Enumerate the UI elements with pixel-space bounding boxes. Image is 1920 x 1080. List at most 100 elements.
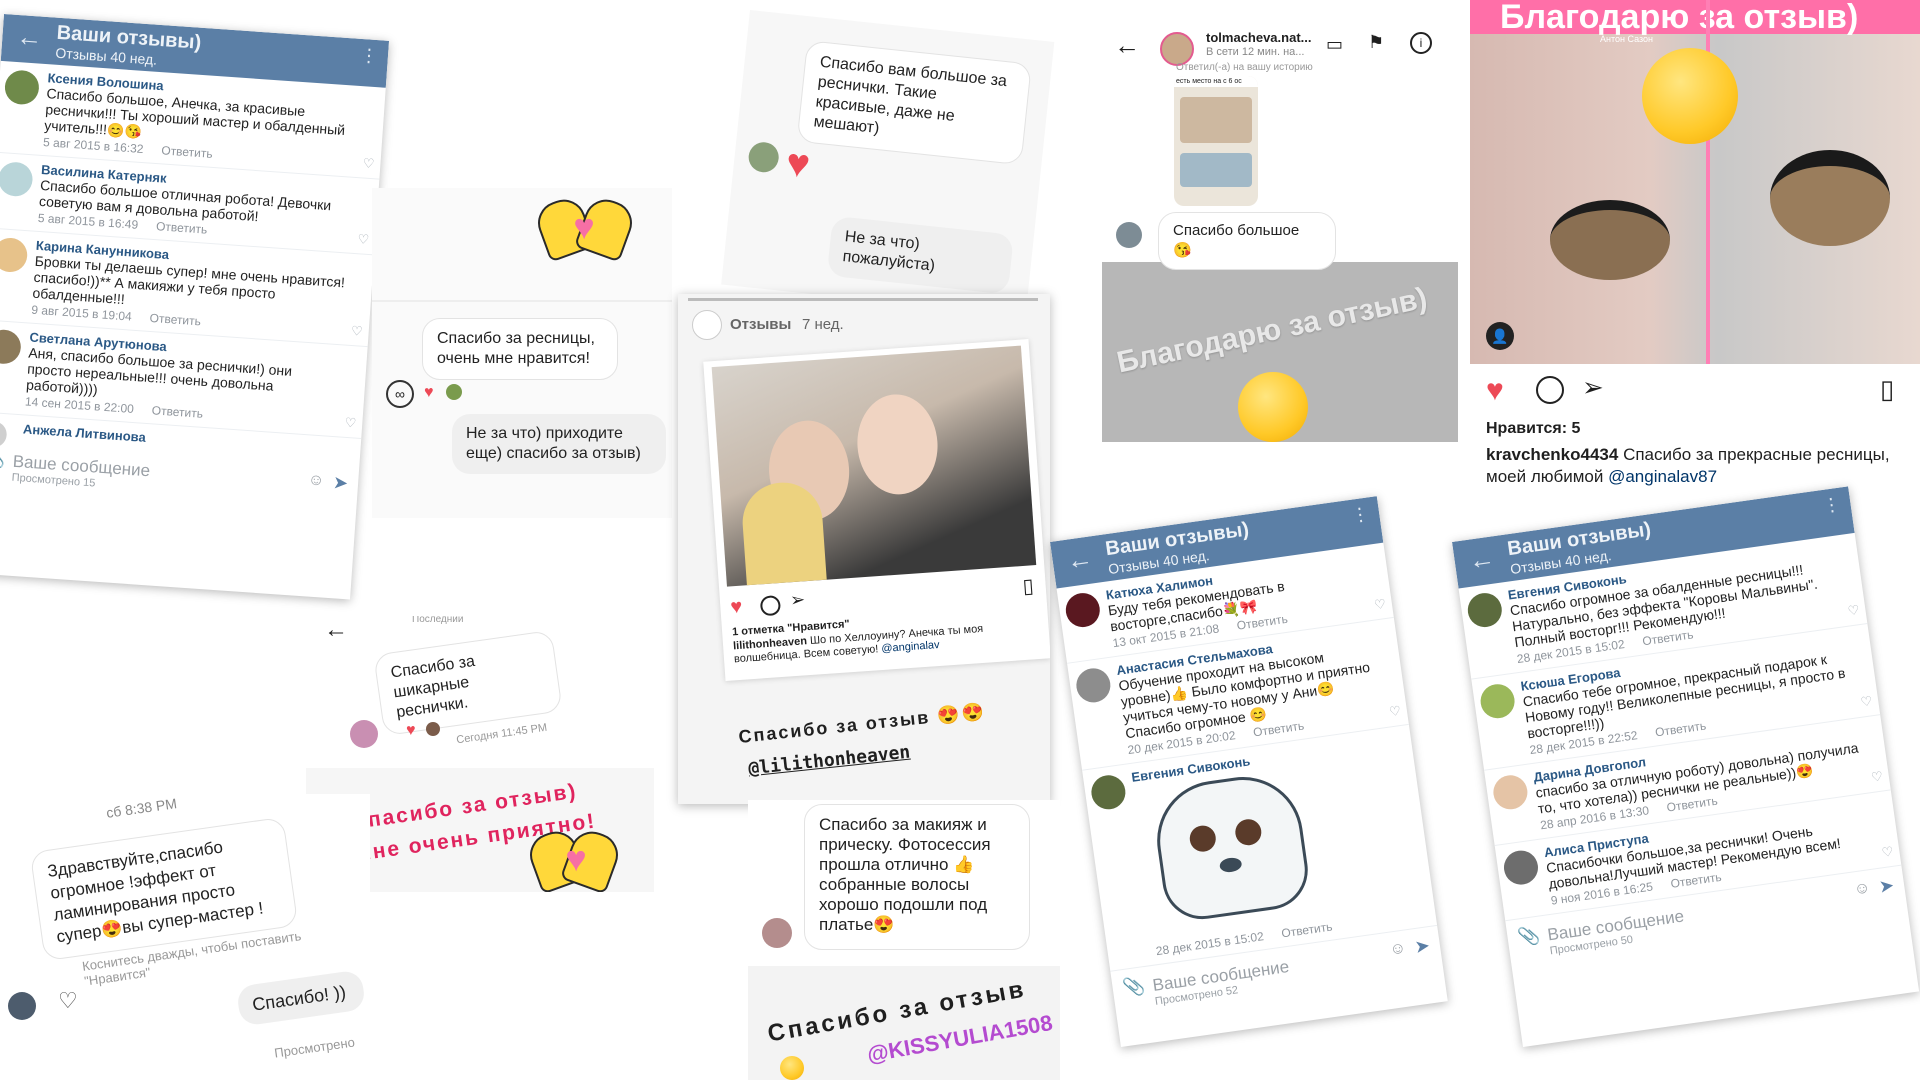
user-tag-icon[interactable]: 👤 bbox=[1486, 322, 1514, 350]
more-icon[interactable]: ⋮ bbox=[1821, 494, 1842, 517]
like-icon[interactable]: ♡ bbox=[362, 155, 375, 172]
back-arrow-icon[interactable]: ← bbox=[1065, 542, 1095, 576]
outgoing-message: Спасибо! )) bbox=[235, 969, 367, 1027]
chat-top-label: Последний bbox=[412, 616, 464, 625]
like-heart-icon: ♥ bbox=[424, 384, 434, 401]
thanks-text: Спасибо за отзыв 😍😍 bbox=[737, 701, 987, 747]
avatar[interactable] bbox=[692, 310, 722, 340]
flag-icon[interactable]: ⚑ bbox=[1368, 32, 1384, 53]
like-icon[interactable]: ♡ bbox=[1881, 844, 1895, 861]
message-time: сб 8:38 PM bbox=[105, 795, 178, 821]
avatar[interactable] bbox=[0, 328, 22, 365]
heart-hands-sticker: ♥ bbox=[523, 822, 625, 892]
avatar[interactable] bbox=[0, 161, 34, 198]
avatar[interactable] bbox=[3, 69, 41, 106]
back-arrow-icon[interactable]: ← bbox=[1467, 542, 1497, 576]
post-image: Благодарю за отзыв) Антон Сазон 👤 bbox=[1470, 0, 1920, 364]
caption-mention[interactable]: @anginalav bbox=[881, 639, 940, 655]
kiss-emoji-icon bbox=[780, 1056, 804, 1080]
avatar[interactable] bbox=[1501, 848, 1541, 887]
vk-reviews-card-2: ← Ваши отзывы) Отзывы 40 нед. ⋮ Катюха Х… bbox=[1050, 496, 1448, 1048]
comment-icon[interactable] bbox=[1536, 376, 1564, 404]
incoming-message: Спасибо за ресницы, очень мне нравится! bbox=[422, 318, 618, 380]
emoji-icon[interactable]: ☺ bbox=[1389, 939, 1408, 959]
post-caption: kravchenko4434 Спасибо за прекрасные рес… bbox=[1486, 444, 1906, 488]
inner-post: ▯ ♥ ➢ 1 отметка "Нравится" lilithonheave… bbox=[703, 339, 1050, 681]
attach-icon[interactable]: 📎 bbox=[0, 448, 6, 471]
avatar[interactable] bbox=[0, 236, 29, 274]
heart-hands-sticker: ♥ bbox=[531, 190, 639, 270]
username[interactable]: tolmacheva.nat... bbox=[1206, 30, 1311, 45]
caption-username[interactable]: kravchenko4434 bbox=[1486, 445, 1618, 464]
avatar bbox=[8, 992, 36, 1020]
attach-icon[interactable]: 📎 bbox=[1121, 975, 1146, 999]
avatar bbox=[350, 720, 378, 748]
avatar bbox=[446, 384, 462, 400]
like-icon[interactable]: ♡ bbox=[344, 415, 357, 432]
outgoing-message: Не за что) приходите еще) спасибо за отз… bbox=[452, 414, 666, 474]
watermark: Антон Сазон bbox=[1600, 34, 1653, 44]
story-reply-note: Ответил(-а) на вашу историю bbox=[1176, 62, 1313, 73]
chat-card-2: Спасибо вам большое за реснички. Такие к… bbox=[721, 10, 1055, 317]
like-heart-icon: ♥ bbox=[406, 722, 416, 739]
incoming-message: Спасибо вам большое за реснички. Такие к… bbox=[796, 40, 1032, 166]
share-icon[interactable]: ➢ bbox=[789, 589, 806, 611]
avatar[interactable] bbox=[1089, 773, 1128, 812]
avatar[interactable] bbox=[1465, 590, 1504, 630]
back-arrow-icon[interactable]: ← bbox=[1114, 30, 1140, 61]
story-reply-card: ← tolmacheva.nat... В сети 12 мин. на...… bbox=[1102, 26, 1458, 442]
reply-link[interactable]: Ответить bbox=[149, 311, 201, 329]
post-photo bbox=[711, 345, 1037, 587]
avatar[interactable] bbox=[1160, 32, 1194, 66]
profile-avatar-icon[interactable]: ∞ bbox=[386, 380, 414, 408]
chat-card-5: Спасибо за макияж и прическу. Фотосессия… bbox=[748, 800, 1060, 1080]
like-icon[interactable]: ♡ bbox=[1847, 602, 1861, 619]
like-outline-icon[interactable]: ♡ bbox=[58, 988, 78, 1014]
reply-link[interactable]: Ответить bbox=[151, 403, 203, 421]
avatar[interactable] bbox=[1478, 682, 1517, 721]
like-icon[interactable]: ♥ bbox=[1486, 374, 1504, 408]
comment-icon[interactable] bbox=[759, 594, 782, 617]
instagram-post-1: Благодарю за отзыв) Антон Сазон 👤 ♥ ➢ ▯ … bbox=[1470, 0, 1920, 490]
info-icon[interactable]: i bbox=[1410, 32, 1432, 54]
reply-link[interactable]: Ответить bbox=[156, 219, 208, 237]
share-icon[interactable]: ➢ bbox=[1582, 372, 1604, 403]
avatar[interactable] bbox=[1491, 773, 1530, 812]
kiss-emoji-icon bbox=[1238, 372, 1308, 442]
like-icon[interactable]: ♡ bbox=[1388, 703, 1402, 720]
like-icon[interactable]: ♡ bbox=[1870, 768, 1884, 785]
emoji-icon[interactable]: ☺ bbox=[307, 471, 324, 490]
bookmark-icon[interactable]: ▯ bbox=[1880, 374, 1894, 405]
avatar bbox=[762, 918, 792, 948]
heart-icon: ♥ bbox=[565, 838, 587, 879]
bookmark-icon[interactable]: ▯ bbox=[1022, 573, 1035, 599]
heart-icon: ♥ bbox=[573, 206, 595, 247]
send-icon[interactable]: ➤ bbox=[1878, 875, 1896, 898]
caption-mention[interactable]: @anginalav87 bbox=[1608, 467, 1717, 486]
avatar[interactable] bbox=[1074, 666, 1113, 705]
seen-label: Просмотрено bbox=[273, 1034, 356, 1061]
instagram-post-2: Отзывы 7 нед. ▯ ♥ ➢ 1 отметка "Нравится"… bbox=[678, 294, 1050, 804]
send-icon[interactable]: ➤ bbox=[1413, 935, 1431, 958]
reply-link[interactable]: Ответить bbox=[1280, 920, 1333, 941]
vk-reviews-card-1: ← Ваши отзывы) Отзывы 40 нед. ⋮ Ксения В… bbox=[0, 14, 390, 600]
back-arrow-icon[interactable]: ← bbox=[15, 21, 43, 54]
send-icon[interactable]: ➤ bbox=[332, 472, 348, 494]
video-call-icon[interactable]: ▭ bbox=[1326, 34, 1343, 55]
thanks-mention[interactable]: @lilithonheaven bbox=[747, 742, 911, 780]
like-icon[interactable]: ♡ bbox=[1860, 693, 1874, 710]
like-icon[interactable]: ♡ bbox=[1373, 596, 1387, 613]
attach-icon[interactable]: 📎 bbox=[1516, 925, 1541, 949]
story-age: 7 нед. bbox=[802, 316, 844, 333]
emoji-icon[interactable]: ☺ bbox=[1853, 879, 1872, 899]
reply-link[interactable]: Ответить bbox=[161, 143, 213, 161]
avatar[interactable] bbox=[1063, 590, 1102, 630]
back-arrow-icon[interactable]: ← bbox=[324, 616, 348, 644]
more-icon[interactable]: ⋮ bbox=[1350, 503, 1371, 526]
story-preview[interactable]: есть место на с 6 ос bbox=[1174, 76, 1258, 206]
like-icon[interactable]: ♡ bbox=[357, 231, 370, 248]
like-icon[interactable]: ♡ bbox=[351, 323, 364, 340]
incoming-message: Спасибо за макияж и прическу. Фотосессия… bbox=[804, 804, 1030, 950]
more-icon[interactable]: ⋮ bbox=[359, 45, 378, 67]
like-icon[interactable]: ♥ bbox=[730, 596, 743, 620]
